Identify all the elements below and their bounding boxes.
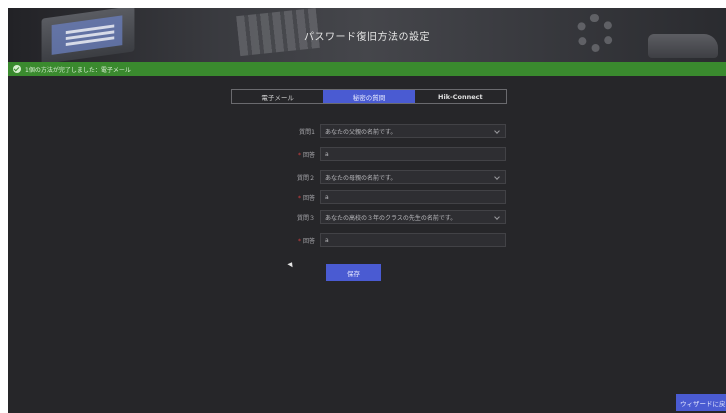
question-2-select[interactable]: あなたの母親の名前です。: [320, 170, 506, 184]
answer-3-row: * 回答 a: [284, 233, 506, 247]
answer-2-label: * 回答: [297, 194, 315, 202]
answer-3-input[interactable]: a: [320, 233, 506, 247]
required-mark: *: [297, 237, 301, 245]
mouse-cursor-icon: [287, 260, 295, 268]
required-mark: *: [297, 194, 301, 202]
question-3-select[interactable]: あなたの高校の３年のクラスの先生の名前です。: [320, 210, 506, 224]
answer-3-label: * 回答: [297, 237, 315, 245]
question-3-row: 質問３ あなたの高校の３年のクラスの先生の名前です。: [284, 210, 506, 224]
header-banner: パスワード復旧方法の設定: [8, 8, 726, 62]
answer-2-row: * 回答 a: [284, 190, 506, 204]
question-1-label: 質問1: [299, 128, 315, 136]
question-2-label: 質問２: [296, 174, 315, 182]
save-button[interactable]: 保存: [326, 264, 381, 281]
recovery-method-tabs: 電子メール 秘密の質問 Hik-Connect: [231, 89, 507, 104]
question-1-row: 質問1 あなたの父親の名前です。: [284, 124, 506, 138]
question-3-label: 質問３: [296, 214, 315, 222]
status-bar: 1個の方法が完了しました：電子メール: [8, 62, 726, 76]
tab-hik-connect[interactable]: Hik-Connect: [415, 90, 506, 103]
tab-email[interactable]: 電子メール: [232, 90, 323, 103]
question-2-row: 質問２ あなたの母親の名前です。: [284, 170, 506, 184]
page-title: パスワード復旧方法の設定: [304, 32, 430, 43]
status-text: 1個の方法が完了しました：電子メール: [25, 66, 131, 74]
answer-1-input[interactable]: a: [320, 147, 506, 161]
tab-security-question[interactable]: 秘密の質問: [323, 90, 415, 103]
required-mark: *: [297, 151, 301, 159]
app-window: パスワード復旧方法の設定 1個の方法が完了しました：電子メール 電子メール 秘密…: [8, 8, 726, 413]
answer-1-row: * 回答 a: [284, 147, 506, 161]
chevron-down-icon: [494, 128, 500, 134]
answer-1-label: * 回答: [297, 151, 315, 159]
chevron-down-icon: [494, 214, 500, 220]
answer-2-input[interactable]: a: [320, 190, 506, 204]
chevron-down-icon: [494, 174, 500, 180]
check-circle-icon: [13, 65, 21, 73]
question-1-select[interactable]: あなたの父親の名前です。: [320, 124, 506, 138]
back-to-wizard-button[interactable]: ウィザードに戻る: [676, 394, 726, 411]
